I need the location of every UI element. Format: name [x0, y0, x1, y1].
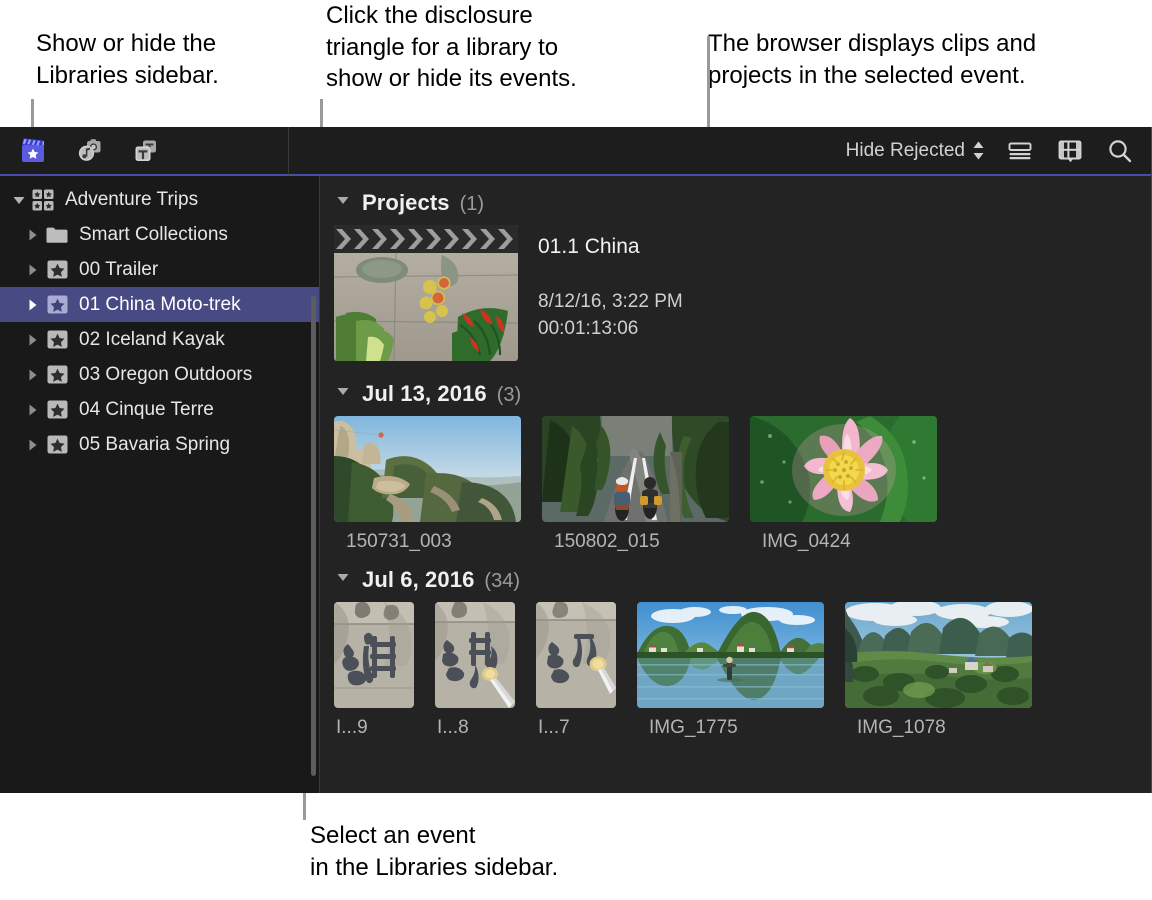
sidebar-item-adventure-trips[interactable]: Adventure Trips [0, 182, 319, 217]
project-duration: 00:01:13:06 [538, 316, 683, 343]
sidebar-item-label: 03 Oregon Outdoors [79, 364, 252, 386]
callout-sidebar-toggle: Show or hide the Libraries sidebar. [36, 28, 219, 91]
disclosure-triangle-collapsed-icon[interactable] [22, 402, 44, 418]
clip-thumbnail-motorcycles-road[interactable] [542, 416, 729, 522]
disclosure-triangle-collapsed-icon[interactable] [22, 367, 44, 383]
clip-label: IMG_1078 [857, 717, 1032, 739]
clip-thumbnail-calligraphy-1[interactable] [334, 602, 414, 708]
list-view-icon[interactable] [1005, 138, 1035, 164]
clip-item[interactable]: 150802_015 [542, 416, 729, 553]
clip-thumbnail-mountain-ridge[interactable] [334, 416, 521, 522]
section-count: (34) [484, 570, 520, 593]
disclosure-triangle-collapsed-icon[interactable] [22, 332, 44, 348]
event-star-icon [44, 258, 70, 281]
disclosure-triangle-expanded-icon[interactable] [334, 383, 352, 399]
clip-label: IMG_0424 [762, 531, 937, 553]
clip-item[interactable]: I...7 [536, 602, 616, 739]
clip-grid-jul-6: I...9 [334, 602, 1151, 739]
sidebar-item-smart-collections[interactable]: Smart Collections [0, 217, 319, 252]
event-browser: Projects (1) [320, 176, 1151, 793]
sidebar-item-03-oregon-outdoors[interactable]: 03 Oregon Outdoors [0, 357, 319, 392]
project-name: 01.1 China [538, 235, 683, 259]
disclosure-triangle-expanded-icon[interactable] [8, 192, 30, 208]
sidebar-item-04-cinque-terre[interactable]: 04 Cinque Terre [0, 392, 319, 427]
disclosure-triangle-collapsed-icon[interactable] [22, 227, 44, 243]
callout-browser: The browser displays clips and projects … [708, 28, 1036, 91]
filmstrip-view-icon[interactable] [1055, 138, 1085, 164]
sidebar-item-label: 01 China Moto-trek [79, 294, 241, 316]
final-cut-pro-window: Hide Rejected [0, 127, 1152, 793]
clip-label: 150731_003 [346, 531, 521, 553]
browser-toolbar: Hide Rejected [0, 127, 1151, 176]
clip-item[interactable]: IMG_1078 [845, 602, 1032, 739]
clip-label: I...7 [538, 717, 616, 739]
browser-body: Adventure Trips Smart Collections [0, 176, 1151, 793]
section-count: (1) [460, 193, 484, 216]
project-metadata: 01.1 China 8/12/16, 3:22 PM 00:01:13:06 [538, 225, 683, 361]
hide-rejected-label: Hide Rejected [846, 140, 965, 162]
section-header-projects[interactable]: Projects (1) [334, 176, 1151, 225]
event-star-icon [44, 398, 70, 421]
libraries-sidebar: Adventure Trips Smart Collections [0, 176, 320, 793]
disclosure-triangle-collapsed-icon[interactable] [22, 262, 44, 278]
disclosure-triangle-collapsed-icon[interactable] [22, 297, 44, 313]
photos-audio-browser-button[interactable] [72, 135, 106, 167]
sidebar-scrollbar[interactable] [311, 296, 316, 776]
sidebar-item-label: 00 Trailer [79, 259, 158, 281]
sidebar-item-00-trailer[interactable]: 00 Trailer [0, 252, 319, 287]
library-icon [30, 188, 56, 212]
sidebar-item-label: Adventure Trips [65, 189, 198, 211]
callout-disclosure-triangle: Click the disclosure triangle for a libr… [326, 0, 577, 95]
clip-label: I...8 [437, 717, 515, 739]
toolbar-right-controls: Hide Rejected [289, 138, 1151, 164]
project-thumbnail[interactable] [334, 225, 518, 361]
clip-thumbnail-karst-valley[interactable] [845, 602, 1032, 708]
callout-select-event: Select an event in the Libraries sidebar… [310, 820, 558, 883]
clip-thumbnail-karst-reflection[interactable] [637, 602, 824, 708]
section-title: Projects [362, 190, 450, 216]
sidebar-item-label: 02 Iceland Kayak [79, 329, 225, 351]
search-icon[interactable] [1105, 138, 1135, 164]
chevron-updown-icon [972, 140, 985, 161]
media-browser-buttons [0, 135, 288, 167]
sidebar-item-label: Smart Collections [79, 224, 228, 246]
sidebar-item-label: 04 Cinque Terre [79, 399, 214, 421]
disclosure-triangle-expanded-icon[interactable] [334, 569, 352, 585]
sidebar-item-label: 05 Bavaria Spring [79, 434, 230, 456]
folder-icon [44, 225, 70, 245]
hide-rejected-popup[interactable]: Hide Rejected [846, 140, 985, 162]
clip-label: I...9 [336, 717, 414, 739]
section-header-jul-13-2016[interactable]: Jul 13, 2016 (3) [334, 367, 1151, 416]
clip-item[interactable]: IMG_1775 [637, 602, 824, 739]
event-star-icon [44, 433, 70, 456]
section-header-jul-6-2016[interactable]: Jul 6, 2016 (34) [334, 553, 1151, 602]
sidebar-item-05-bavaria-spring[interactable]: 05 Bavaria Spring [0, 427, 319, 462]
sidebar-item-01-china-moto-trek[interactable]: 01 China Moto-trek [0, 287, 319, 322]
event-star-icon [44, 293, 70, 316]
clip-label: IMG_1775 [649, 717, 824, 739]
libraries-browser-button[interactable] [16, 135, 50, 167]
clip-item[interactable]: IMG_0424 [750, 416, 937, 553]
clip-item[interactable]: 150731_003 [334, 416, 521, 553]
event-star-icon [44, 363, 70, 386]
clip-grid-jul-13: 150731_003 [334, 416, 1151, 553]
project-date: 8/12/16, 3:22 PM [538, 289, 683, 316]
sidebar-item-02-iceland-kayak[interactable]: 02 Iceland Kayak [0, 322, 319, 357]
section-title: Jul 13, 2016 [362, 381, 487, 407]
clip-item[interactable]: I...9 [334, 602, 414, 739]
disclosure-triangle-expanded-icon[interactable] [334, 192, 352, 208]
clip-thumbnail-calligraphy-3[interactable] [536, 602, 616, 708]
section-count: (3) [497, 384, 521, 407]
clip-thumbnail-calligraphy-2[interactable] [435, 602, 515, 708]
event-star-icon [44, 328, 70, 351]
project-item[interactable]: 01.1 China 8/12/16, 3:22 PM 00:01:13:06 [334, 225, 1151, 367]
section-title: Jul 6, 2016 [362, 567, 474, 593]
titles-generators-browser-button[interactable] [128, 135, 162, 167]
clip-thumbnail-lotus-flower[interactable] [750, 416, 937, 522]
clip-label: 150802_015 [554, 531, 729, 553]
clip-item[interactable]: I...8 [435, 602, 515, 739]
disclosure-triangle-collapsed-icon[interactable] [22, 437, 44, 453]
